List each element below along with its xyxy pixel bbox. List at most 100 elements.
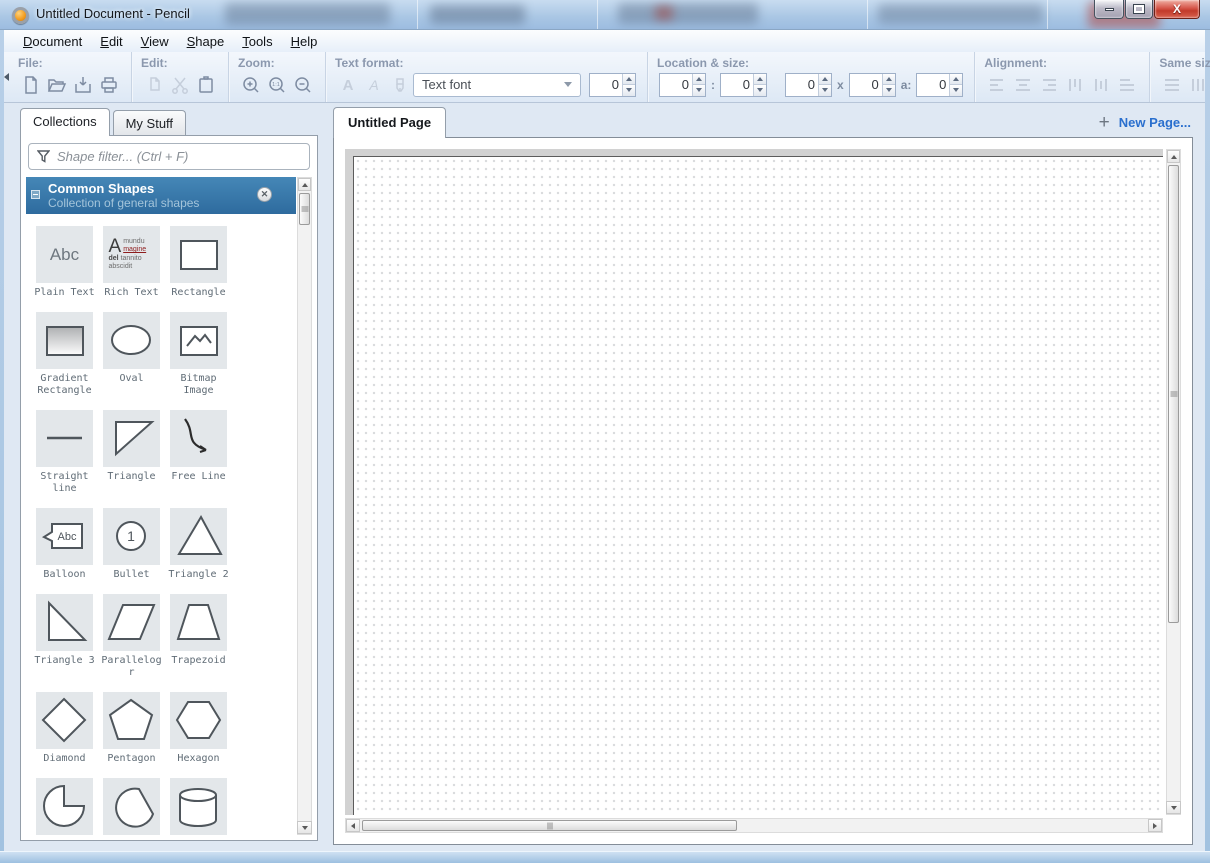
balloon-icon[interactable]: Abc: [36, 508, 93, 565]
straight-line-icon[interactable]: [36, 410, 93, 467]
can-icon[interactable]: [170, 778, 227, 835]
parallelogram-icon[interactable]: [103, 594, 160, 651]
triangle-3-icon[interactable]: [36, 594, 93, 651]
spin-up-button[interactable]: [754, 74, 766, 86]
shape-item-triangle-2[interactable]: Triangle 2: [166, 508, 232, 581]
pentagon-icon[interactable]: [103, 692, 160, 749]
rectangle-icon[interactable]: [170, 226, 227, 283]
align-bottom-button[interactable]: [1114, 73, 1140, 97]
trapezoid-icon[interactable]: [170, 594, 227, 651]
shape-item-trapezoid[interactable]: Trapezoid: [166, 594, 232, 679]
shape-item-parallelogram[interactable]: Parallelogr: [99, 594, 165, 679]
collapse-collection-icon[interactable]: [31, 190, 40, 199]
shape-item-bitmap-image[interactable]: Bitmap Image: [166, 312, 232, 397]
shape-item-straight-line[interactable]: Straight line: [32, 410, 98, 495]
rich-text-icon[interactable]: Amundumaginedel tannitoabscidit: [103, 226, 160, 283]
spin-up-button[interactable]: [883, 74, 895, 86]
shape-item-plain-text[interactable]: AbcPlain Text: [32, 226, 98, 299]
same-width-button[interactable]: [1159, 73, 1185, 97]
shape-item-oval[interactable]: Oval: [99, 312, 165, 397]
free-line-icon[interactable]: [170, 410, 227, 467]
align-center-button[interactable]: [1010, 73, 1036, 97]
x-spinner[interactable]: 0: [659, 73, 706, 97]
canvas-viewport[interactable]: [345, 149, 1163, 815]
spin-down-button[interactable]: [819, 85, 831, 96]
shape-item-rectangle[interactable]: Rectangle: [166, 226, 232, 299]
align-left-button[interactable]: [984, 73, 1010, 97]
align-middle-button[interactable]: [1088, 73, 1114, 97]
horizontal-scroll-thumb[interactable]: [362, 820, 737, 831]
shape-item-triangle-3[interactable]: Triangle 3: [32, 594, 98, 679]
same-height-button[interactable]: [1185, 73, 1210, 97]
maximize-button[interactable]: [1125, 0, 1153, 19]
save-document-button[interactable]: [70, 73, 96, 97]
open-document-button[interactable]: [44, 73, 70, 97]
menu-view[interactable]: View: [132, 32, 178, 51]
font-select[interactable]: Text font: [413, 73, 581, 97]
zoom-reset-button[interactable]: 1:1: [264, 73, 290, 97]
new-page-button[interactable]: + New Page...: [1099, 114, 1191, 131]
shape-item-hexagon[interactable]: Hexagon: [166, 692, 232, 765]
zoom-in-button[interactable]: [238, 73, 264, 97]
copy-button[interactable]: [141, 73, 167, 97]
scroll-right-button[interactable]: [1148, 819, 1162, 832]
canvas-vertical-scrollbar[interactable]: [1166, 149, 1181, 815]
spin-down-button[interactable]: [693, 85, 705, 96]
menu-shape[interactable]: Shape: [178, 32, 234, 51]
font-size-spinner[interactable]: 0: [589, 73, 636, 97]
shape-filter-input[interactable]: Shape filter... (Ctrl + F): [28, 143, 310, 170]
scroll-down-button[interactable]: [297, 821, 312, 834]
shape-item-bullet[interactable]: 1Bullet: [99, 508, 165, 581]
new-document-button[interactable]: [18, 73, 44, 97]
tab-collections[interactable]: Collections: [20, 108, 110, 136]
shape-item-chord[interactable]: Chord: [99, 778, 165, 835]
page-tab-untitled[interactable]: Untitled Page: [333, 107, 446, 138]
spin-up-button[interactable]: [623, 74, 635, 86]
format-brush-button[interactable]: [387, 73, 413, 97]
shape-item-free-line[interactable]: Free Line: [166, 410, 232, 495]
pie-icon[interactable]: [36, 778, 93, 835]
angle-spinner[interactable]: 0: [916, 73, 963, 97]
sidebar-scroll-thumb[interactable]: [299, 193, 310, 225]
plain-text-icon[interactable]: Abc: [36, 226, 93, 283]
drawing-page[interactable]: [353, 156, 1163, 815]
width-spinner[interactable]: 0: [785, 73, 832, 97]
minimize-button[interactable]: [1094, 0, 1124, 19]
paste-button[interactable]: [193, 73, 219, 97]
canvas-horizontal-scrollbar[interactable]: [345, 818, 1163, 833]
menu-document[interactable]: Document: [14, 32, 91, 51]
collection-close-icon[interactable]: ✕: [257, 187, 272, 202]
collection-header[interactable]: Common Shapes Collection of general shap…: [26, 177, 296, 214]
close-button[interactable]: X: [1154, 0, 1200, 19]
italic-button[interactable]: A: [361, 73, 387, 97]
shape-item-triangle[interactable]: Triangle: [99, 410, 165, 495]
menu-help[interactable]: Help: [282, 32, 327, 51]
bullet-icon[interactable]: 1: [103, 508, 160, 565]
y-spinner[interactable]: 0: [720, 73, 767, 97]
triangle-2-icon[interactable]: [170, 508, 227, 565]
spin-down-button[interactable]: [623, 85, 635, 96]
gradient-rectangle-icon[interactable]: [36, 312, 93, 369]
tab-my-stuff[interactable]: My Stuff: [113, 110, 186, 136]
spin-up-button[interactable]: [950, 74, 962, 86]
spin-down-button[interactable]: [754, 85, 766, 96]
shape-item-balloon[interactable]: AbcBalloon: [32, 508, 98, 581]
scroll-up-button[interactable]: [298, 178, 311, 191]
hexagon-icon[interactable]: [170, 692, 227, 749]
triangle-icon[interactable]: [103, 410, 160, 467]
shape-item-can[interactable]: Can: [166, 778, 232, 835]
scroll-up-button[interactable]: [1167, 150, 1180, 163]
shape-item-pie[interactable]: Pie: [32, 778, 98, 835]
scroll-left-button[interactable]: [346, 819, 360, 832]
menu-edit[interactable]: Edit: [91, 32, 131, 51]
oval-icon[interactable]: [103, 312, 160, 369]
scroll-down-button[interactable]: [1166, 801, 1181, 814]
chord-icon[interactable]: [103, 778, 160, 835]
shape-item-gradient-rectangle[interactable]: Gradient Rectangle: [32, 312, 98, 397]
spin-down-button[interactable]: [950, 85, 962, 96]
spin-up-button[interactable]: [819, 74, 831, 86]
diamond-icon[interactable]: [36, 692, 93, 749]
menu-tools[interactable]: Tools: [233, 32, 281, 51]
shape-item-rich-text[interactable]: Amundumaginedel tannitoabsciditRich Text: [99, 226, 165, 299]
titlebar[interactable]: Untitled Document - Pencil X: [0, 0, 1210, 30]
